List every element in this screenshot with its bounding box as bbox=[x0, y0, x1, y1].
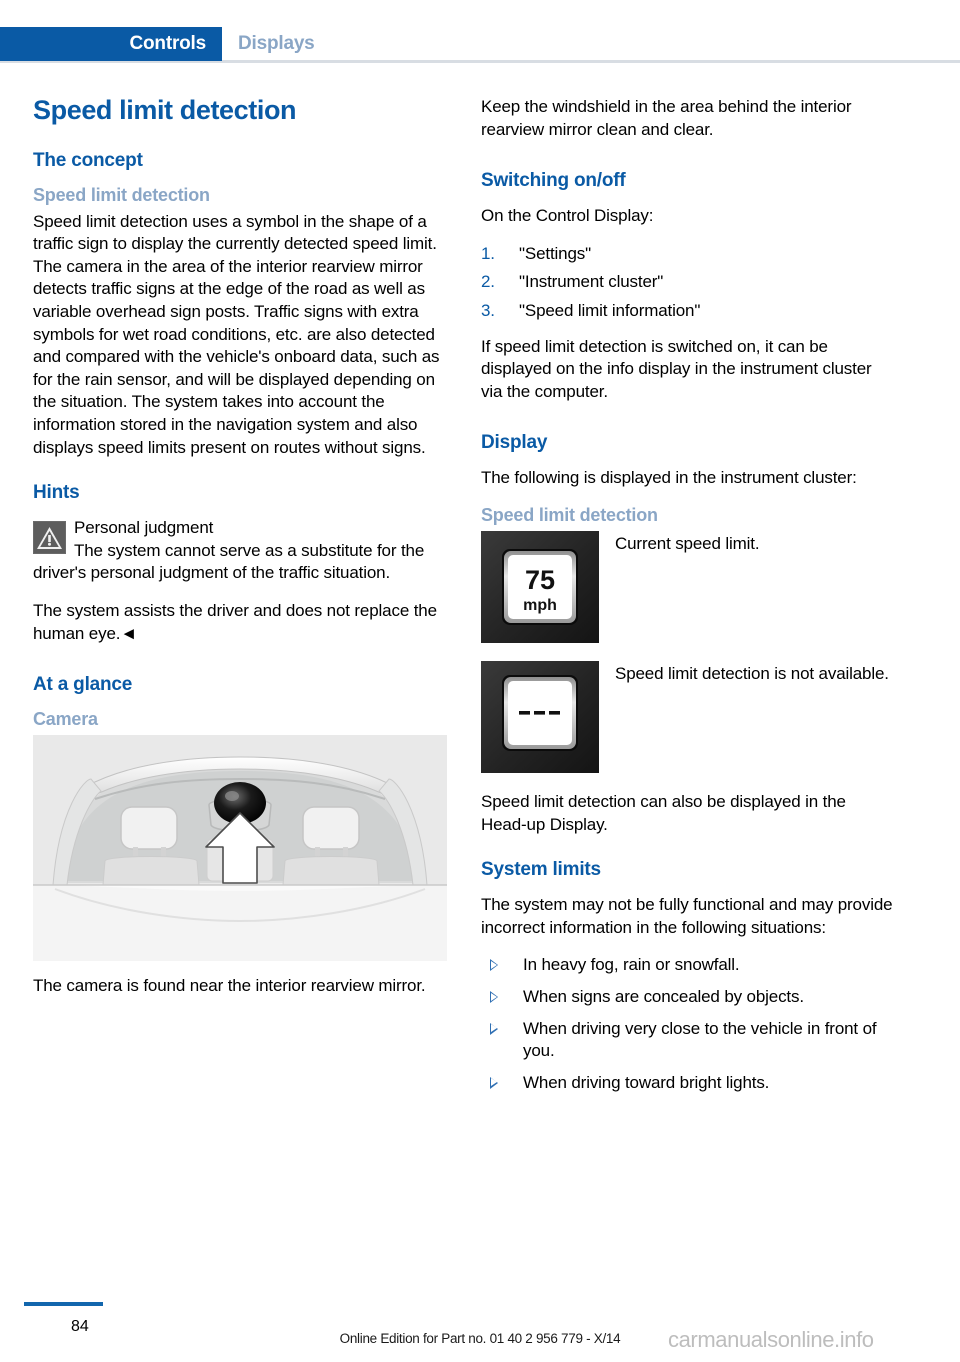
paragraph-display-lead: The following is displayed in the instru… bbox=[481, 468, 857, 488]
triangle-bullet-icon bbox=[490, 1076, 498, 1089]
tab-controls[interactable]: Controls bbox=[0, 27, 222, 61]
list-item: When driving toward bright lights. bbox=[481, 1072, 895, 1095]
heading-system-limits: System limits bbox=[481, 859, 601, 881]
triangle-bullet-icon bbox=[490, 1022, 498, 1035]
triangle-bullet-icon bbox=[490, 959, 498, 972]
speed-limit-unavailable-icon bbox=[481, 660, 599, 773]
warning-note-title: Personal judgment bbox=[74, 518, 214, 538]
heading-hints: Hints bbox=[33, 482, 80, 504]
heading-display: Display bbox=[481, 432, 548, 454]
heading-the-concept: The concept bbox=[33, 149, 143, 171]
system-limits-list: In heavy fog, rain or snowfall. When sig… bbox=[481, 954, 895, 1094]
step-label: "Speed limit information" bbox=[519, 300, 701, 320]
list-item-label: When driving toward bright lights. bbox=[523, 1072, 770, 1092]
warning-note-body: The system cannot serve as a substitute … bbox=[33, 540, 425, 583]
speed-limit-sign-icon: 75 mph bbox=[481, 530, 599, 643]
paragraph-switching-body: If speed limit detection is switched on,… bbox=[481, 336, 872, 401]
left-column: Speed limit detection The concept Speed … bbox=[33, 95, 447, 1013]
step-number: 3. bbox=[481, 300, 495, 320]
display-row-label: Current speed limit. bbox=[615, 533, 760, 553]
page-header: Controls Displays bbox=[0, 0, 960, 66]
tab-controls-label: Controls bbox=[129, 33, 206, 54]
display-row-current-speed-limit: 75 mph Current speed limit. bbox=[481, 530, 895, 645]
heading-at-a-glance: At a glance bbox=[33, 674, 133, 696]
step-label: "Instrument cluster" bbox=[519, 272, 664, 292]
svg-text:mph: mph bbox=[523, 597, 557, 614]
paragraph-system-limits-lead: The system may not be fully functional a… bbox=[481, 895, 893, 937]
triangle-bullet-icon bbox=[490, 990, 498, 1003]
list-item: 2. "Instrument cluster" bbox=[481, 271, 895, 294]
step-number: 2. bbox=[481, 272, 495, 292]
right-column: Keep the windshield in the area behind t… bbox=[481, 96, 895, 1103]
paragraph-concept-body: Speed limit detection uses a symbol in t… bbox=[33, 211, 440, 457]
warning-triangle-icon bbox=[33, 521, 66, 555]
paragraph-head-up-display: Speed limit detection can also be displa… bbox=[481, 791, 846, 834]
svg-text:75: 75 bbox=[525, 565, 555, 595]
camera-location-figure bbox=[33, 735, 447, 962]
display-row-not-available: Speed limit detection is not available. bbox=[481, 660, 895, 775]
paragraph-windshield-clean: Keep the windshield in the area behind t… bbox=[481, 97, 852, 139]
heading-switching-on-off: Switching on/off bbox=[481, 170, 626, 192]
tab-displays[interactable]: Displays bbox=[238, 33, 315, 55]
list-item-label: In heavy fog, rain or snowfall. bbox=[523, 955, 740, 975]
paragraph-control-display-lead: On the Control Display: bbox=[481, 206, 654, 226]
warning-note: Personal judgment The system cannot serv… bbox=[33, 517, 447, 585]
list-item: 3. "Speed limit information" bbox=[481, 300, 895, 323]
list-item: When signs are concealed by objects. bbox=[481, 986, 895, 1009]
display-row-label: Speed limit detection is not available. bbox=[615, 663, 889, 683]
step-number: 1. bbox=[481, 243, 495, 263]
list-item-label: When driving very close to the vehicle i… bbox=[523, 1018, 877, 1061]
subheading-speed-limit-detection: Speed limit detection bbox=[33, 184, 210, 205]
step-label: "Settings" bbox=[519, 243, 591, 263]
warning-note-body-2: The system assists the driver and does n… bbox=[33, 601, 437, 643]
page-title: Speed limit detection bbox=[33, 95, 297, 125]
list-item: In heavy fog, rain or snowfall. bbox=[481, 954, 895, 977]
subheading-display-speed-limit-detection: Speed limit detection bbox=[481, 504, 658, 525]
switching-steps-list: 1. "Settings" 2. "Instrument cluster" 3.… bbox=[481, 243, 895, 323]
footer-divider bbox=[24, 1302, 103, 1306]
list-item-label: When signs are concealed by objects. bbox=[523, 986, 804, 1006]
watermark-text: carmanualsonline.info bbox=[668, 1327, 874, 1352]
camera-figure-caption: The camera is found near the interior re… bbox=[33, 976, 426, 996]
subheading-camera: Camera bbox=[33, 709, 98, 730]
list-item: When driving very close to the vehicle i… bbox=[481, 1018, 895, 1063]
list-item: 1. "Settings" bbox=[481, 243, 895, 266]
